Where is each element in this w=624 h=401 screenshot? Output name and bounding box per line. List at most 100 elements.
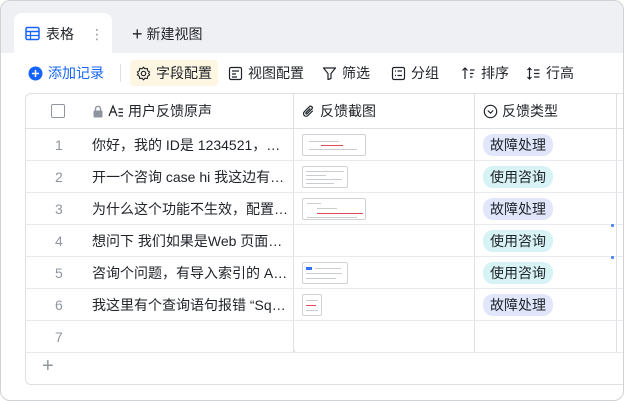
feedback-type-cell[interactable]: 使用咨询 (475, 257, 617, 288)
view-config-button[interactable]: 视图配置 (228, 60, 304, 86)
status-badge: 故障处理 (483, 293, 553, 316)
sort-button[interactable]: 排序 (461, 60, 509, 86)
feedback-text: 想问下 我们如果是Web 页面… (92, 232, 283, 249)
gear-icon (136, 65, 151, 81)
status-badge: 使用咨询 (483, 229, 553, 252)
tab-table-view[interactable]: 表格 ⋮ (14, 13, 112, 54)
table-row[interactable]: 7 (26, 321, 623, 353)
field-config-button[interactable]: 字段配置 (130, 60, 218, 86)
image-thumbnail-icon[interactable] (302, 133, 366, 156)
image-thumbnail-icon[interactable] (302, 197, 366, 220)
row-height-button[interactable]: 行高 (526, 60, 574, 86)
feedback-text-cell[interactable]: 咨询个问题，有导入索引的 A… (92, 257, 294, 288)
table-row[interactable]: 6 我这里有个查询语句报错 “Sql… 故障处理 (26, 289, 623, 321)
status-badge: 故障处理 (483, 133, 553, 156)
status-badge (483, 335, 497, 339)
column-header-label: 反馈截图 (320, 103, 376, 119)
row-index: 3 (55, 200, 63, 217)
feedback-type-cell[interactable]: 故障处理 (475, 129, 617, 160)
column-header-overflow (617, 94, 623, 128)
screenshot-cell[interactable] (294, 225, 475, 256)
status-badge: 故障处理 (483, 197, 553, 220)
group-button[interactable]: 分组 (391, 60, 439, 86)
screenshot-cell[interactable] (294, 129, 475, 160)
more-vertical-icon[interactable]: ⋮ (90, 27, 104, 41)
feedback-type-cell[interactable]: 故障处理 (475, 193, 617, 224)
selection-marker (611, 256, 614, 259)
row-index: 7 (55, 328, 63, 345)
feedback-text-cell[interactable] (92, 321, 294, 352)
row-index: 4 (55, 232, 63, 249)
screenshot-cell[interactable] (294, 321, 475, 352)
new-view-label: 新建视图 (146, 26, 203, 42)
screenshot-cell[interactable] (294, 257, 475, 288)
add-record-button[interactable]: 添加记录 (28, 60, 104, 86)
filter-funnel-icon (322, 66, 337, 81)
select-all-checkbox[interactable] (51, 104, 65, 118)
column-header-label: 反馈类型 (502, 103, 558, 119)
field-config-label: 字段配置 (156, 65, 212, 81)
text-field-icon (108, 104, 124, 118)
feedback-type-cell[interactable]: 使用咨询 (475, 225, 617, 256)
row-index: 1 (55, 136, 63, 153)
data-table: 用户反馈原声 反馈截图 反馈类型 1 你好，我的 ID是 1234521，… 故… (25, 93, 623, 385)
view-tab-bar: 表格 ⋮ + 新建视图 (1, 1, 623, 54)
feedback-text-cell[interactable]: 你好，我的 ID是 1234521，… (92, 129, 294, 160)
group-list-icon (391, 66, 406, 81)
toolbar-divider (120, 64, 121, 82)
sort-label: 排序 (481, 65, 509, 81)
status-badge: 使用咨询 (483, 261, 553, 284)
feedback-type-cell[interactable]: 使用咨询 (475, 161, 617, 192)
screenshot-cell[interactable] (294, 193, 475, 224)
table-header-row: 用户反馈原声 反馈截图 反馈类型 (26, 94, 623, 129)
image-thumbnail-icon[interactable] (302, 293, 322, 316)
toolbar: 添加记录 字段配置 视图配置 筛选 分组 排序 行高 (1, 54, 623, 92)
tab-label: 表格 (46, 25, 74, 42)
feedback-text-cell[interactable]: 想问下 我们如果是Web 页面… (92, 225, 294, 256)
screenshot-cell[interactable] (294, 161, 475, 192)
view-config-label: 视图配置 (248, 65, 304, 81)
single-select-circle-icon (483, 104, 498, 119)
image-thumbnail-icon[interactable] (302, 261, 348, 284)
row-index: 5 (55, 264, 63, 281)
column-header-label: 用户反馈原声 (128, 103, 212, 119)
table-row[interactable]: 5 咨询个问题，有导入索引的 A… 使用咨询 (26, 257, 623, 289)
feedback-text: 你好，我的 ID是 1234521，… (92, 136, 281, 153)
selection-marker (611, 224, 614, 227)
screenshot-cell[interactable] (294, 289, 475, 320)
table-row[interactable]: 2 开一个咨询 case hi 我这边有… 使用咨询 (26, 161, 623, 193)
feedback-text: 开一个咨询 case hi 我这边有… (92, 168, 285, 185)
filter-label: 筛选 (342, 65, 370, 81)
feedback-type-cell[interactable]: 故障处理 (475, 289, 617, 320)
table-row[interactable]: 4 想问下 我们如果是Web 页面… 使用咨询 (26, 225, 623, 257)
column-header-feedback-text[interactable]: 用户反馈原声 (92, 94, 294, 128)
column-divider (294, 350, 295, 352)
row-height-icon (526, 66, 541, 81)
filter-button[interactable]: 筛选 (322, 60, 370, 86)
table-grid-icon (25, 26, 40, 41)
add-circle-icon (28, 66, 43, 81)
app-window: 表格 ⋮ + 新建视图 添加记录 字段配置 视图配置 筛选 分组 排序 行高 用… (0, 0, 624, 401)
feedback-text: 咨询个问题，有导入索引的 A… (92, 264, 288, 281)
select-all-cell (26, 94, 92, 128)
attachment-paperclip-icon (302, 104, 316, 119)
lock-icon (92, 105, 104, 118)
feedback-text: 为什么这个功能不生效，配置… (92, 200, 288, 217)
feedback-text-cell[interactable]: 我这里有个查询语句报错 “Sql… (92, 289, 294, 320)
feedback-text-cell[interactable]: 开一个咨询 case hi 我这边有… (92, 161, 294, 192)
plus-icon: + (132, 24, 143, 44)
add-row[interactable]: + (26, 350, 623, 384)
table-row[interactable]: 3 为什么这个功能不生效，配置… 故障处理 (26, 193, 623, 225)
feedback-type-cell[interactable] (475, 321, 617, 352)
status-badge: 使用咨询 (483, 165, 553, 188)
row-index: 6 (55, 296, 63, 313)
table-row[interactable]: 1 你好，我的 ID是 1234521，… 故障处理 (26, 129, 623, 161)
feedback-text-cell[interactable]: 为什么这个功能不生效，配置… (92, 193, 294, 224)
row-height-label: 行高 (546, 65, 574, 81)
new-view-button[interactable]: + 新建视图 (132, 23, 203, 45)
add-row-plus-icon[interactable]: + (42, 355, 54, 378)
column-header-feedback-type[interactable]: 反馈类型 (475, 94, 617, 128)
row-index: 2 (55, 168, 63, 185)
image-thumbnail-icon[interactable] (302, 165, 348, 188)
column-header-screenshot[interactable]: 反馈截图 (294, 94, 475, 128)
